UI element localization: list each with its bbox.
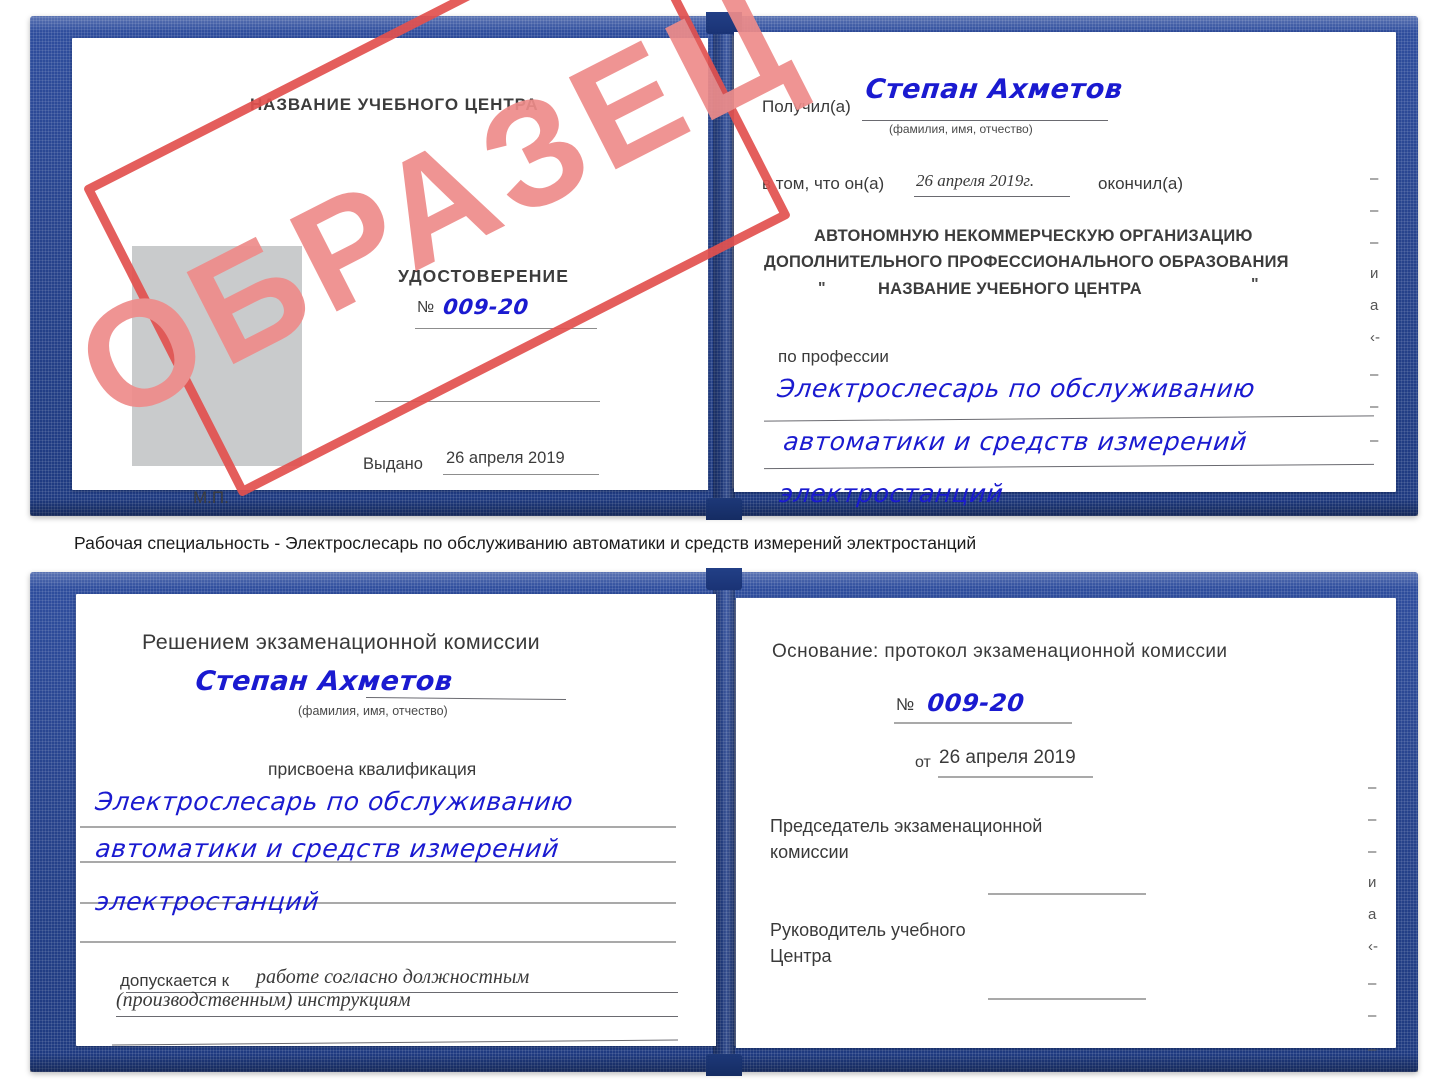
edge-mark: – bbox=[1370, 234, 1379, 251]
chairman-signature-rule bbox=[988, 893, 1146, 895]
page-top-left: НАЗВАНИЕ УЧЕБНОГО ЦЕНТРА УДОСТОВЕРЕНИЕ №… bbox=[72, 38, 708, 507]
head-signature-rule bbox=[988, 998, 1146, 1000]
qualification-label: присвоена квалификация bbox=[268, 759, 477, 779]
org-quote-close: " bbox=[1251, 276, 1259, 293]
edge-mark: – bbox=[1368, 779, 1377, 796]
edge-mark: – bbox=[1370, 398, 1379, 415]
certificate-title: УДОСТОВЕРЕНИЕ bbox=[398, 266, 569, 286]
spine-notch-bottom bbox=[706, 498, 742, 520]
admitted-rule-3 bbox=[112, 1039, 678, 1046]
page-bottom-right: Основание: протокол экзаменационной коми… bbox=[734, 598, 1396, 1048]
profession-label: по профессии bbox=[778, 347, 889, 366]
edge-mark: – bbox=[1370, 170, 1379, 187]
page-top-right: Получил(а) Степан Ахметов (фамилия, имя,… bbox=[732, 32, 1396, 508]
page-gutter bbox=[734, 600, 736, 1046]
chairman-line-1: Председатель экзаменационной bbox=[770, 816, 1043, 836]
edge-mark: – bbox=[1370, 432, 1379, 449]
protocol-number-label: № bbox=[896, 695, 915, 714]
certificate-top: НАЗВАНИЕ УЧЕБНОГО ЦЕНТРА УДОСТОВЕРЕНИЕ №… bbox=[30, 0, 1418, 520]
edge-mark: – bbox=[1368, 843, 1377, 860]
org-line-2: ДОПОЛНИТЕЛЬНОГО ПРОФЕССИОНАЛЬНОГО ОБРАЗО… bbox=[764, 253, 1289, 271]
edge-mark: – bbox=[1368, 811, 1377, 828]
qualification-line-2: автоматики и средств измерений bbox=[94, 834, 561, 863]
page-gutter bbox=[732, 36, 734, 488]
head-line-2: Центра bbox=[770, 946, 832, 966]
qualification-line-1: Электрослесарь по обслуживанию bbox=[94, 787, 575, 816]
protocol-date-label: от bbox=[915, 754, 931, 771]
photo-placeholder bbox=[132, 246, 302, 466]
admitted-line-1: работе согласно должностным bbox=[256, 966, 530, 988]
issued-value: 26 апреля 2019 bbox=[446, 449, 565, 467]
edge-mark: ‹- bbox=[1370, 329, 1380, 346]
received-value: Степан Ахметов bbox=[864, 74, 1125, 105]
spine-notch-top bbox=[706, 568, 742, 590]
edge-mark: и bbox=[1368, 874, 1377, 891]
finished-label: окончил(а) bbox=[1098, 174, 1183, 193]
recipient-name: Степан Ахметов bbox=[194, 666, 455, 697]
number-label: № bbox=[417, 299, 435, 316]
admitted-line-2: (производственным) инструкциям bbox=[116, 989, 411, 1011]
protocol-number-value: 009-20 bbox=[926, 689, 1027, 717]
profession-line-2: автоматики и средств измерений bbox=[782, 427, 1249, 456]
org-line-1: АВТОНОМНУЮ НЕКОММЕРЧЕСКУЮ ОРГАНИЗАЦИЮ bbox=[814, 227, 1253, 245]
that-he-label: в том, что он(а) bbox=[762, 174, 885, 193]
org-quote-open: " bbox=[818, 280, 826, 297]
chairman-line-2: комиссии bbox=[770, 842, 849, 862]
head-line-1: Руководитель учебного bbox=[770, 920, 966, 940]
org-line-3: НАЗВАНИЕ УЧЕБНОГО ЦЕНТРА bbox=[878, 280, 1142, 298]
issued-rule bbox=[443, 474, 599, 475]
edge-mark: ‹- bbox=[1368, 938, 1378, 955]
recipient-rule bbox=[366, 696, 566, 701]
issued-label: Выдано bbox=[363, 455, 423, 473]
basis-label: Основание: протокол экзаменационной коми… bbox=[772, 641, 1228, 662]
protocol-number-rule bbox=[894, 722, 1072, 724]
qualification-rule-3 bbox=[80, 941, 676, 943]
received-rule bbox=[862, 120, 1108, 121]
caption-text: Рабочая специальность - Электрослесарь п… bbox=[74, 533, 977, 553]
admitted-label: допускается к bbox=[120, 971, 230, 990]
protocol-date-value: 26 апреля 2019 bbox=[939, 747, 1076, 768]
decision-heading: Решением экзаменационной комиссии bbox=[142, 630, 540, 654]
spine-notch-top bbox=[706, 12, 742, 34]
profession-line-1: Электрослесарь по обслуживанию bbox=[776, 374, 1257, 403]
name-hint: (фамилия, имя, отчество) bbox=[889, 122, 1033, 136]
received-label: Получил(а) bbox=[762, 97, 851, 116]
edge-mark: и bbox=[1370, 265, 1379, 282]
that-he-value: 26 апреля 2019г. bbox=[916, 171, 1035, 190]
protocol-date-rule bbox=[938, 776, 1093, 778]
page-bottom-left: Решением экзаменационной комиссии Степан… bbox=[76, 594, 716, 1046]
profession-line-3: электростанций bbox=[778, 479, 1005, 508]
number-rule bbox=[415, 328, 597, 329]
edge-mark: а bbox=[1368, 906, 1377, 923]
book-spine bbox=[713, 572, 735, 1072]
edge-mark: – bbox=[1368, 1041, 1377, 1058]
stamp-place-label: М.П. bbox=[193, 488, 229, 507]
qualification-rule-1 bbox=[80, 826, 676, 828]
spine-notch-bottom bbox=[706, 1054, 742, 1076]
that-he-rule bbox=[914, 196, 1070, 197]
edge-mark: – bbox=[1368, 1007, 1377, 1024]
profession-rule-1 bbox=[764, 415, 1374, 422]
profession-rule-2 bbox=[764, 463, 1374, 470]
edge-mark: а bbox=[1370, 297, 1379, 314]
certificate-bottom: Решением экзаменационной комиссии Степан… bbox=[30, 568, 1418, 1076]
admitted-rule-2 bbox=[116, 1016, 678, 1017]
training-center-name: НАЗВАНИЕ УЧЕБНОГО ЦЕНТРА bbox=[250, 95, 539, 114]
edge-mark: – bbox=[1370, 366, 1379, 383]
qualification-line-3: электростанций bbox=[94, 887, 321, 916]
edge-mark: – bbox=[1368, 975, 1377, 992]
number-value: 009-20 bbox=[442, 295, 530, 319]
edge-mark: – bbox=[1370, 202, 1379, 219]
name-hint: (фамилия, имя, отчество) bbox=[298, 704, 448, 718]
blank-rule-1 bbox=[375, 401, 600, 402]
